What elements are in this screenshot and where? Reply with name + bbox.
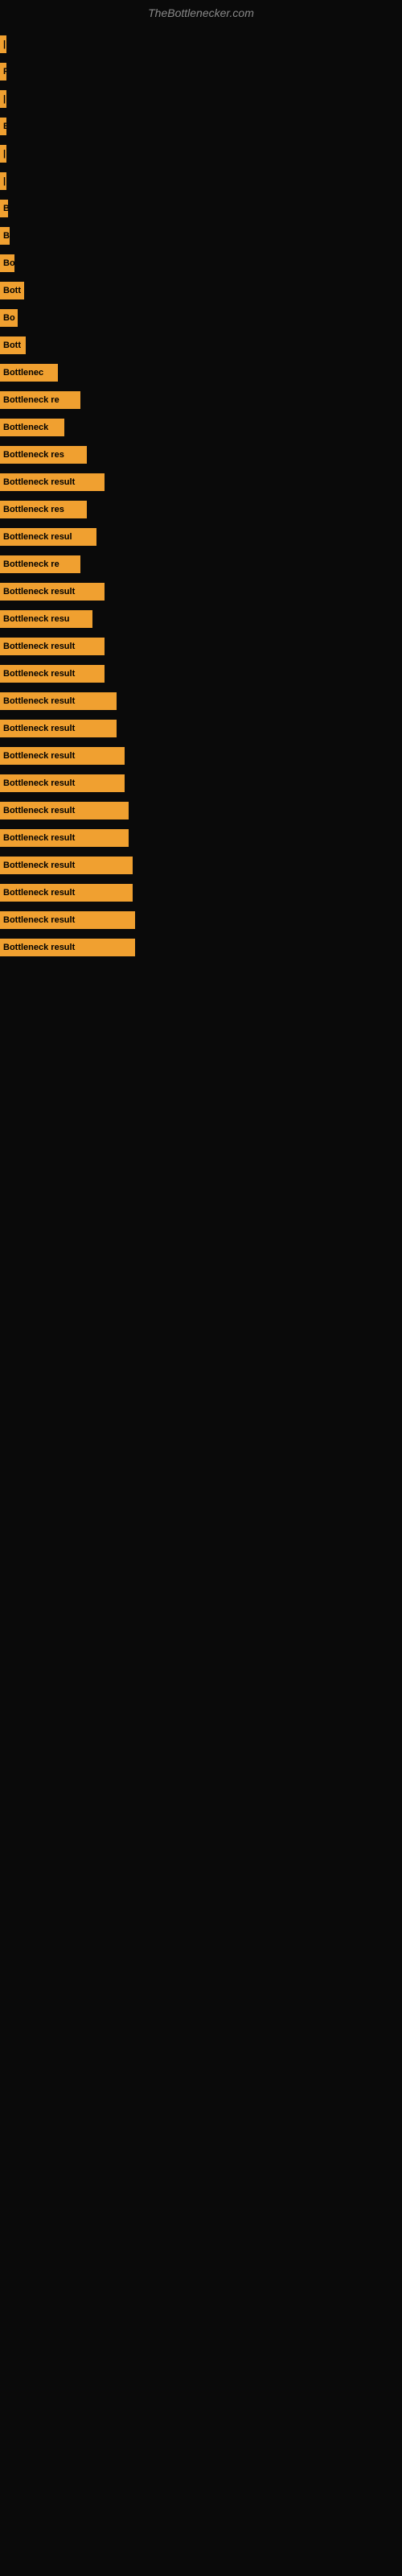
bar-row: |: [0, 85, 402, 113]
bar-label: Bottlenec: [0, 364, 58, 382]
bar-row: Bottleneck re: [0, 551, 402, 578]
bar-label: Bottleneck: [0, 419, 64, 436]
bar-row: Bottleneck resu: [0, 605, 402, 633]
bar-label: Bottleneck result: [0, 720, 117, 737]
bar-row: Bottleneck res: [0, 441, 402, 469]
bar-label: Bottleneck result: [0, 692, 117, 710]
bar-label: Bottleneck re: [0, 391, 80, 409]
bar-row: Bottleneck result: [0, 633, 402, 660]
bars-section: |F|B||BBBoBottBoBottBottlenecBottleneck …: [0, 23, 402, 961]
bar-label: Bottleneck result: [0, 774, 125, 792]
bar-label: Bott: [0, 336, 26, 354]
bar-row: Bottleneck result: [0, 797, 402, 824]
bar-row: Bottleneck result: [0, 770, 402, 797]
bar-row: |: [0, 140, 402, 167]
bar-row: Bottleneck result: [0, 742, 402, 770]
bar-row: B: [0, 222, 402, 250]
bar-label: Bottleneck res: [0, 446, 87, 464]
bar-label: Bo: [0, 309, 18, 327]
bar-label: Bottleneck result: [0, 473, 105, 491]
bar-row: |: [0, 31, 402, 58]
page-container: TheBottlenecker.com |F|B||BBBoBottBoBott…: [0, 0, 402, 961]
bar-row: Bottleneck result: [0, 469, 402, 496]
bar-label: Bottleneck result: [0, 911, 135, 929]
bar-label: B: [0, 118, 6, 135]
bar-label: |: [0, 35, 6, 53]
bar-row: Bottleneck result: [0, 879, 402, 906]
bar-row: F: [0, 58, 402, 85]
bar-label: Bottleneck resul: [0, 528, 96, 546]
bar-row: Bo: [0, 250, 402, 277]
bar-label: Bottleneck result: [0, 939, 135, 956]
bar-label: |: [0, 90, 6, 108]
bar-label: Bottleneck result: [0, 857, 133, 874]
bar-label: Bottleneck result: [0, 747, 125, 765]
bar-row: |: [0, 167, 402, 195]
bar-label: Bottleneck resu: [0, 610, 92, 628]
bar-row: Bottleneck result: [0, 906, 402, 934]
bar-label: Bo: [0, 254, 14, 272]
bar-row: Bo: [0, 304, 402, 332]
bar-label: Bott: [0, 282, 24, 299]
bar-row: B: [0, 195, 402, 222]
bar-row: Bottleneck result: [0, 687, 402, 715]
bar-row: Bottleneck result: [0, 578, 402, 605]
bar-label: |: [0, 145, 6, 163]
bar-label: F: [0, 63, 6, 80]
bar-row: Bottleneck result: [0, 934, 402, 961]
bar-row: Bottleneck resul: [0, 523, 402, 551]
bar-row: Bottlenec: [0, 359, 402, 386]
bar-row: Bottleneck result: [0, 852, 402, 879]
bar-label: Bottleneck res: [0, 501, 87, 518]
bar-label: Bottleneck result: [0, 884, 133, 902]
bar-label: B: [0, 227, 10, 245]
bar-label: Bottleneck result: [0, 665, 105, 683]
bar-row: Bottleneck re: [0, 386, 402, 414]
bar-label: Bottleneck result: [0, 583, 105, 601]
bar-label: Bottleneck re: [0, 555, 80, 573]
bar-row: Bottleneck result: [0, 715, 402, 742]
bar-label: Bottleneck result: [0, 829, 129, 847]
bar-label: |: [0, 172, 6, 190]
site-title: TheBottlenecker.com: [0, 0, 402, 23]
bar-row: Bottleneck res: [0, 496, 402, 523]
bar-row: Bottleneck: [0, 414, 402, 441]
bar-row: Bott: [0, 277, 402, 304]
bar-row: Bottleneck result: [0, 660, 402, 687]
bar-row: Bottleneck result: [0, 824, 402, 852]
bar-row: B: [0, 113, 402, 140]
bar-label: B: [0, 200, 8, 217]
bar-label: Bottleneck result: [0, 638, 105, 655]
bar-label: Bottleneck result: [0, 802, 129, 819]
bar-row: Bott: [0, 332, 402, 359]
